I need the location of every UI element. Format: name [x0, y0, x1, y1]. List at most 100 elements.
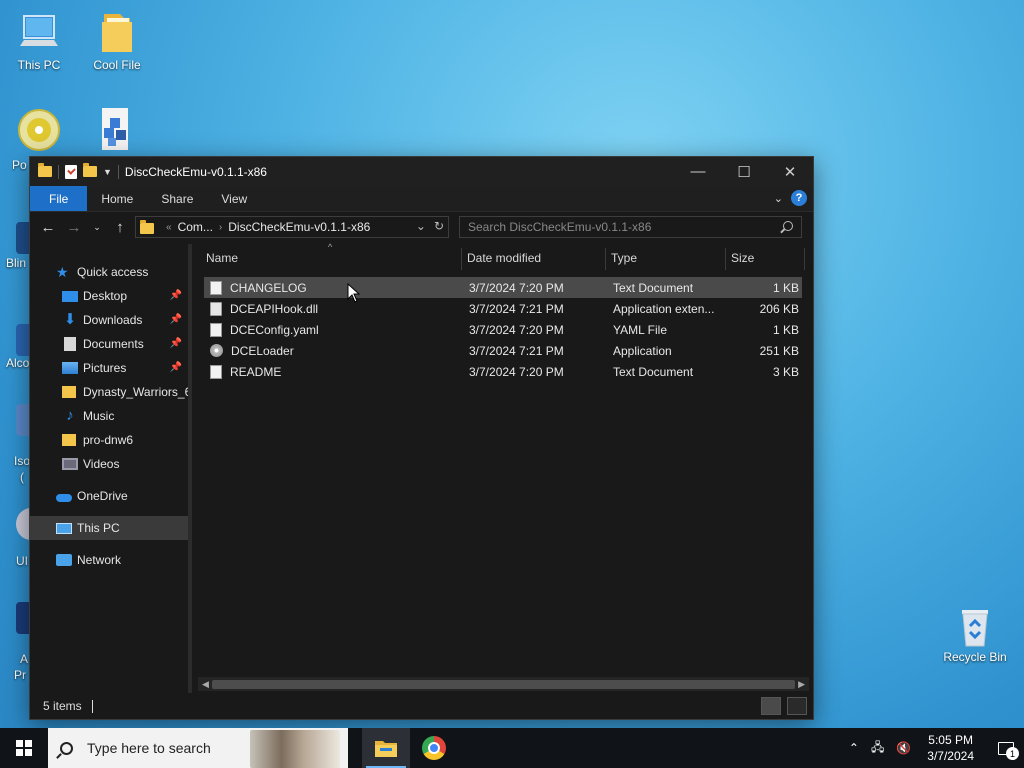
file-explorer-icon: [375, 741, 397, 757]
forward-button[interactable]: →: [61, 219, 87, 236]
up-button[interactable]: ↑: [107, 219, 133, 236]
volume-muted-icon[interactable]: 🔇: [896, 741, 911, 755]
file-name: DCEConfig.yaml: [230, 322, 319, 337]
sidebar-item-network[interactable]: Network: [30, 548, 188, 572]
taskbar-search-placeholder: Type here to search: [87, 740, 211, 756]
document-icon: [64, 337, 76, 351]
text-file-icon: [210, 364, 222, 379]
taskbar-file-explorer[interactable]: [362, 728, 410, 768]
search-highlight-image[interactable]: [250, 730, 340, 768]
desktop-icon-disc[interactable]: [1, 106, 77, 152]
file-row[interactable]: CHANGELOG 3/7/2024 7:20 PM Text Document…: [204, 277, 802, 298]
column-header-type[interactable]: Type: [611, 251, 637, 265]
sidebar-item-pro-dnw6[interactable]: pro-dnw6: [30, 428, 188, 452]
scroll-right-icon[interactable]: ▶: [798, 677, 805, 691]
horizontal-scrollbar[interactable]: ◀ ▶: [198, 677, 809, 691]
column-divider[interactable]: [461, 248, 462, 270]
sidebar-item-videos[interactable]: Videos: [30, 452, 188, 476]
column-header-name[interactable]: Name: [206, 251, 238, 265]
large-icons-view-button[interactable]: [787, 697, 807, 715]
scrollbar-thumb[interactable]: [212, 680, 795, 689]
quick-access-dropdown-icon[interactable]: ▼: [103, 167, 112, 177]
app-icon: [16, 602, 30, 634]
network-status-icon[interactable]: 🖧: [871, 738, 884, 759]
search-icon: [60, 741, 73, 755]
properties-icon[interactable]: [65, 164, 77, 179]
address-bar[interactable]: « Com... › DiscCheckEmu-v0.1.1-x86 ⌄ ↻: [135, 216, 449, 238]
file-type: Application exten...: [613, 301, 715, 316]
desktop-icon-fragment[interactable]: Alco: [0, 322, 30, 372]
column-header-size[interactable]: Size: [731, 251, 754, 265]
recycle-bin-icon: [952, 602, 998, 648]
dll-file-icon: [210, 301, 222, 316]
sidebar-item-documents[interactable]: Documents 📌: [30, 332, 188, 356]
mouse-cursor-icon: [347, 283, 361, 303]
desktop-label-fragment: UI: [16, 554, 28, 568]
address-dropdown-icon[interactable]: ⌄: [416, 219, 426, 233]
file-row[interactable]: DCEAPIHook.dll 3/7/2024 7:21 PM Applicat…: [204, 298, 802, 319]
column-divider[interactable]: [804, 248, 805, 270]
pin-icon: 📌: [169, 362, 182, 373]
desktop-icon-recycle-bin[interactable]: Recycle Bin: [937, 602, 1013, 664]
tab-file[interactable]: File: [30, 186, 88, 211]
column-divider[interactable]: [605, 248, 606, 270]
action-center-button[interactable]: 1: [988, 728, 1024, 768]
sidebar-item-music[interactable]: ♪ Music: [30, 404, 188, 428]
search-input[interactable]: Search DiscCheckEmu-v0.1.1-x86: [459, 216, 802, 238]
sidebar-item-onedrive[interactable]: OneDrive: [30, 484, 188, 508]
tab-share[interactable]: Share: [147, 186, 207, 211]
title-bar[interactable]: ▼ DiscCheckEmu-v0.1.1-x86 — ☐ ✕: [30, 157, 813, 186]
file-date: 3/7/2024 7:21 PM: [469, 343, 564, 358]
file-row[interactable]: DCELoader 3/7/2024 7:21 PM Application 2…: [204, 340, 802, 361]
overflow-chevron-icon[interactable]: «: [166, 222, 172, 233]
tab-home[interactable]: Home: [87, 186, 147, 211]
desktop-icon-blocks-app[interactable]: [75, 106, 151, 152]
file-name: DCELoader: [231, 343, 294, 358]
taskbar-chrome[interactable]: [410, 728, 458, 768]
maximize-button[interactable]: ☐: [721, 157, 767, 186]
back-button[interactable]: ←: [35, 219, 61, 236]
breadcrumb-item[interactable]: DiscCheckEmu-v0.1.1-x86: [228, 220, 370, 234]
sidebar-item-pictures[interactable]: Pictures 📌: [30, 356, 188, 380]
tab-view[interactable]: View: [207, 186, 261, 211]
sidebar-item-this-pc[interactable]: This PC: [30, 516, 188, 540]
sidebar-item-downloads[interactable]: ⬇ Downloads 📌: [30, 308, 188, 332]
breadcrumb-separator-icon[interactable]: ›: [219, 222, 222, 233]
desktop-icon-fragment[interactable]: UI: [0, 506, 30, 570]
help-icon[interactable]: ?: [791, 190, 807, 206]
show-hidden-icons-icon[interactable]: ⌃: [849, 741, 859, 755]
taskbar-search-box[interactable]: Type here to search: [48, 728, 348, 768]
file-row[interactable]: DCEConfig.yaml 3/7/2024 7:20 PM YAML Fil…: [204, 319, 802, 340]
expand-ribbon-icon[interactable]: ⌄: [774, 192, 783, 205]
clock[interactable]: 5:05 PM 3/7/2024: [927, 732, 974, 764]
desktop-icon-fragment[interactable]: Blin: [0, 218, 30, 274]
scroll-left-icon[interactable]: ◀: [202, 677, 209, 691]
sidebar-item-dynasty-warriors[interactable]: Dynasty_Warriors_6_: [30, 380, 188, 404]
close-button[interactable]: ✕: [767, 157, 813, 186]
breadcrumb-item[interactable]: Com...: [178, 220, 213, 234]
sidebar-item-desktop[interactable]: Desktop 📌: [30, 284, 188, 308]
sidebar-item-quick-access[interactable]: ★ Quick access: [30, 260, 188, 284]
file-row[interactable]: README 3/7/2024 7:20 PM Text Document 3 …: [204, 361, 802, 382]
start-button[interactable]: [0, 728, 48, 768]
pin-icon: 📌: [169, 314, 182, 325]
desktop-icon-label: Recycle Bin: [943, 650, 1007, 664]
video-icon: [62, 458, 78, 470]
clock-date: 3/7/2024: [927, 749, 974, 763]
minimize-button[interactable]: —: [675, 157, 721, 186]
desktop-icon-fragment[interactable]: A Pr: [0, 600, 30, 684]
file-date: 3/7/2024 7:20 PM: [469, 364, 564, 379]
desktop-icon-fragment[interactable]: Iso (: [0, 402, 30, 486]
details-view-button[interactable]: [761, 697, 781, 715]
recent-locations-icon[interactable]: ⌄: [87, 222, 107, 233]
refresh-icon[interactable]: ↻: [434, 219, 444, 233]
desktop-icon-cool-file[interactable]: Cool File: [79, 10, 155, 72]
divider: [117, 164, 119, 179]
pin-icon: 📌: [169, 338, 182, 349]
column-divider[interactable]: [725, 248, 726, 270]
column-header-date[interactable]: Date modified: [467, 251, 541, 265]
file-explorer-window[interactable]: ▼ DiscCheckEmu-v0.1.1-x86 — ☐ ✕ File Hom…: [29, 156, 814, 720]
desktop-icon-this-pc[interactable]: This PC: [1, 10, 77, 72]
file-list: Name ^ Date modified Type Size CHANGELOG…: [192, 242, 813, 693]
new-folder-icon[interactable]: [83, 163, 97, 177]
